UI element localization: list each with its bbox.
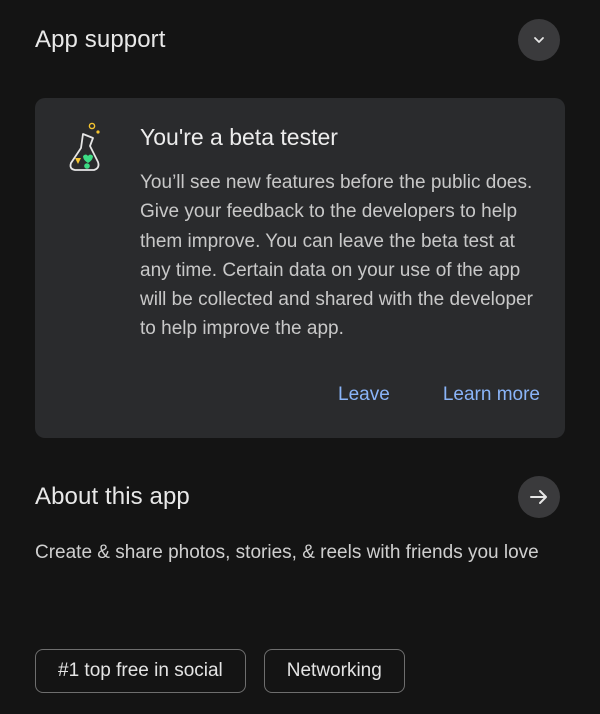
chip-networking[interactable]: Networking: [263, 649, 405, 693]
chevron-down-icon: [534, 37, 544, 43]
beta-actions: Leave Learn more: [338, 384, 540, 406]
beta-description: You’ll see new features before the publi…: [140, 172, 533, 340]
about-arrow-button[interactable]: [518, 476, 560, 518]
leave-beta-button[interactable]: Leave: [338, 384, 390, 406]
app-support-header: App support: [35, 18, 560, 62]
about-header[interactable]: About this app: [35, 475, 560, 519]
learn-more-link[interactable]: Learn more: [443, 384, 540, 406]
flask-icon: [69, 122, 100, 171]
beta-title: You're a beta tester: [140, 124, 338, 150]
category-chips: #1 top free in social Networking: [35, 649, 405, 693]
about-title: About this app: [35, 483, 190, 510]
chip-top-free[interactable]: #1 top free in social: [35, 649, 246, 693]
app-support-title: App support: [35, 26, 166, 53]
about-description: Create & share photos, stories, & reels …: [35, 542, 539, 563]
app-support-expand-button[interactable]: [518, 19, 560, 61]
beta-tester-card: You're a beta tester You’ll see new feat…: [35, 98, 565, 438]
arrow-right-icon: [530, 490, 547, 504]
